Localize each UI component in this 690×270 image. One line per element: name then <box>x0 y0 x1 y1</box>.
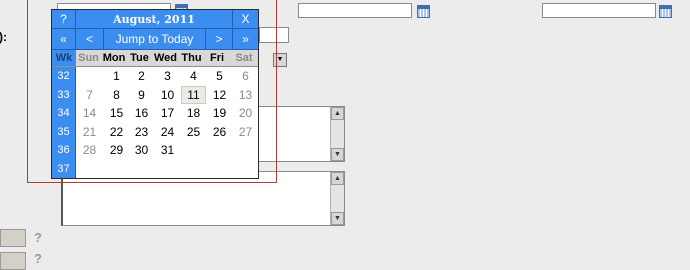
scroll-down-button[interactable]: ▼ <box>331 212 344 225</box>
date-input-3[interactable] <box>542 3 656 18</box>
calendar-day[interactable]: 26 <box>207 123 232 141</box>
calendar-day[interactable]: 16 <box>129 104 154 122</box>
calendar-day-names-row: Wk Sun Mon Tue Wed Thu Fri Sat <box>52 50 258 67</box>
day-name: Mon <box>101 50 127 67</box>
day-name: Fri <box>204 50 230 67</box>
calendar-day[interactable]: 2 <box>129 67 154 85</box>
calendar-day[interactable]: 4 <box>181 67 206 85</box>
calendar-day[interactable]: 1 <box>104 67 129 85</box>
scroll-up-button[interactable]: ▲ <box>331 172 344 185</box>
week-number: 35 <box>52 122 76 141</box>
calendar-day[interactable]: 6 <box>233 67 258 85</box>
calendar-day[interactable]: 28 <box>77 141 102 159</box>
calendar-icon[interactable] <box>659 5 672 18</box>
side-button[interactable] <box>0 252 26 270</box>
scrollbar[interactable]: ▲ ▼ <box>330 172 344 225</box>
calendar-day-today[interactable]: 11 <box>181 85 206 104</box>
calendar-day[interactable]: 29 <box>104 141 129 159</box>
calendar-icon[interactable] <box>417 5 430 18</box>
calendar-day[interactable]: 15 <box>104 104 129 122</box>
day-name: Wed <box>152 50 179 67</box>
side-button[interactable] <box>0 229 26 247</box>
calendar-close-button[interactable]: X <box>233 10 258 29</box>
calendar-day[interactable]: 8 <box>104 86 129 104</box>
scroll-up-button[interactable]: ▲ <box>331 107 344 120</box>
calendar-day[interactable]: 10 <box>155 86 180 104</box>
calendar-day[interactable]: 17 <box>155 104 180 122</box>
calendar-day[interactable]: 30 <box>129 141 154 159</box>
field-label: ): <box>0 30 7 44</box>
week-number: 34 <box>52 104 76 123</box>
prev-month-button[interactable]: < <box>76 29 104 50</box>
calendar-day[interactable]: 19 <box>207 104 232 122</box>
calendar-day[interactable]: 23 <box>129 123 154 141</box>
next-month-button[interactable]: > <box>206 29 233 50</box>
week-number-header: Wk <box>52 50 76 67</box>
scrollbar[interactable]: ▲ ▼ <box>330 107 344 161</box>
date-input-2[interactable] <box>298 3 412 18</box>
calendar-day[interactable]: 25 <box>181 123 206 141</box>
calendar-day[interactable]: 21 <box>77 123 102 141</box>
week-number: 36 <box>52 141 76 160</box>
calendar-day[interactable]: 7 <box>77 86 102 104</box>
calendar-day[interactable]: 31 <box>155 141 180 159</box>
calendar-day[interactable]: 27 <box>233 123 258 141</box>
calendar-day[interactable]: 20 <box>233 104 258 122</box>
next-year-button[interactable]: » <box>233 29 258 50</box>
calendar-day[interactable]: 5 <box>207 67 232 85</box>
day-name: Thu <box>179 50 204 67</box>
day-name: Sat <box>230 50 258 67</box>
calendar-nav-row: « < Jump to Today > » <box>52 29 258 50</box>
calendar-day[interactable]: 3 <box>155 67 180 85</box>
week-number: 32 <box>52 67 76 86</box>
help-icon[interactable]: ? <box>34 230 42 245</box>
day-name: Sun <box>76 50 101 67</box>
calendar-title-row: ? August, 2011 X <box>52 10 258 29</box>
week-number: 37 <box>52 159 76 178</box>
calendar-day[interactable]: 12 <box>207 86 232 104</box>
calendar-day[interactable]: 24 <box>155 123 180 141</box>
calendar-day[interactable]: 22 <box>104 123 129 141</box>
week-number: 33 <box>52 85 76 104</box>
day-name: Tue <box>127 50 152 67</box>
prev-year-button[interactable]: « <box>52 29 76 50</box>
calendar-month-title: August, 2011 <box>76 10 233 29</box>
calendar-day[interactable]: 18 <box>181 104 206 122</box>
scroll-down-button[interactable]: ▼ <box>331 148 344 161</box>
calendar-help-button[interactable]: ? <box>52 10 76 29</box>
calendar-popup: ? August, 2011 X « < Jump to Today > » W… <box>51 9 259 179</box>
jump-to-today-button[interactable]: Jump to Today <box>104 29 206 50</box>
calendar-day[interactable]: 9 <box>129 86 154 104</box>
calendar-day[interactable]: 13 <box>233 86 258 104</box>
calendar-day[interactable]: 14 <box>77 104 102 122</box>
